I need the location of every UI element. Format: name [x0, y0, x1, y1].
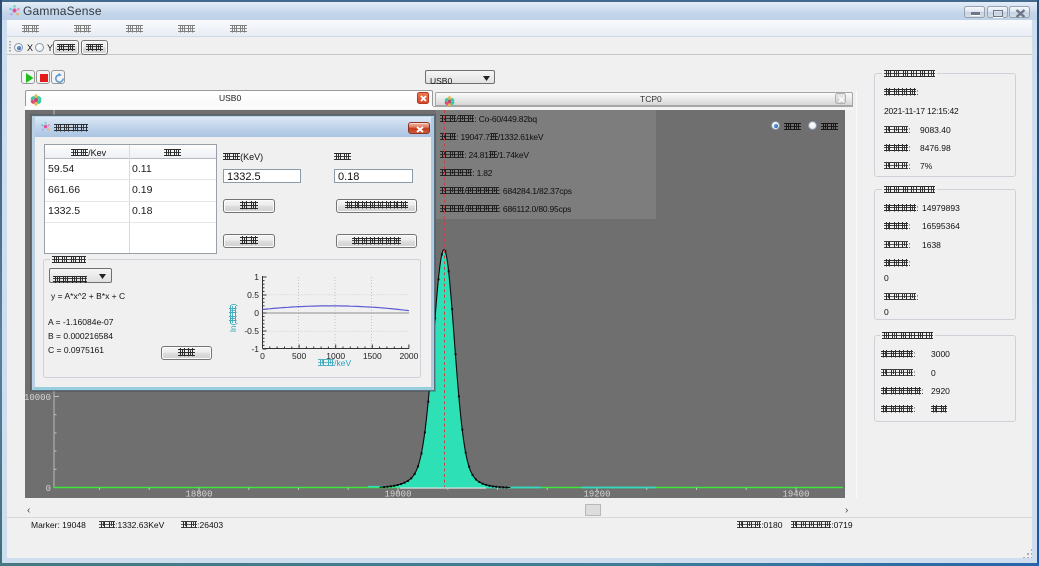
svg-text:-0.5: -0.5	[244, 326, 259, 336]
svg-text:0: 0	[46, 484, 51, 494]
svg-text:2000: 2000	[399, 351, 418, 361]
svg-text:0: 0	[254, 308, 259, 318]
svg-text:19200: 19200	[583, 490, 610, 499]
svg-text:1500: 1500	[363, 351, 382, 361]
svg-text:18800: 18800	[185, 490, 212, 499]
svg-text:500: 500	[292, 351, 306, 361]
svg-text:-1: -1	[251, 344, 259, 354]
svg-text:0.5: 0.5	[247, 290, 259, 300]
svg-text:19400: 19400	[782, 490, 809, 499]
svg-text:19000: 19000	[384, 490, 411, 499]
svg-text:1: 1	[254, 272, 259, 282]
svg-text:10000: 10000	[25, 393, 51, 403]
svg-text:0: 0	[260, 351, 265, 361]
